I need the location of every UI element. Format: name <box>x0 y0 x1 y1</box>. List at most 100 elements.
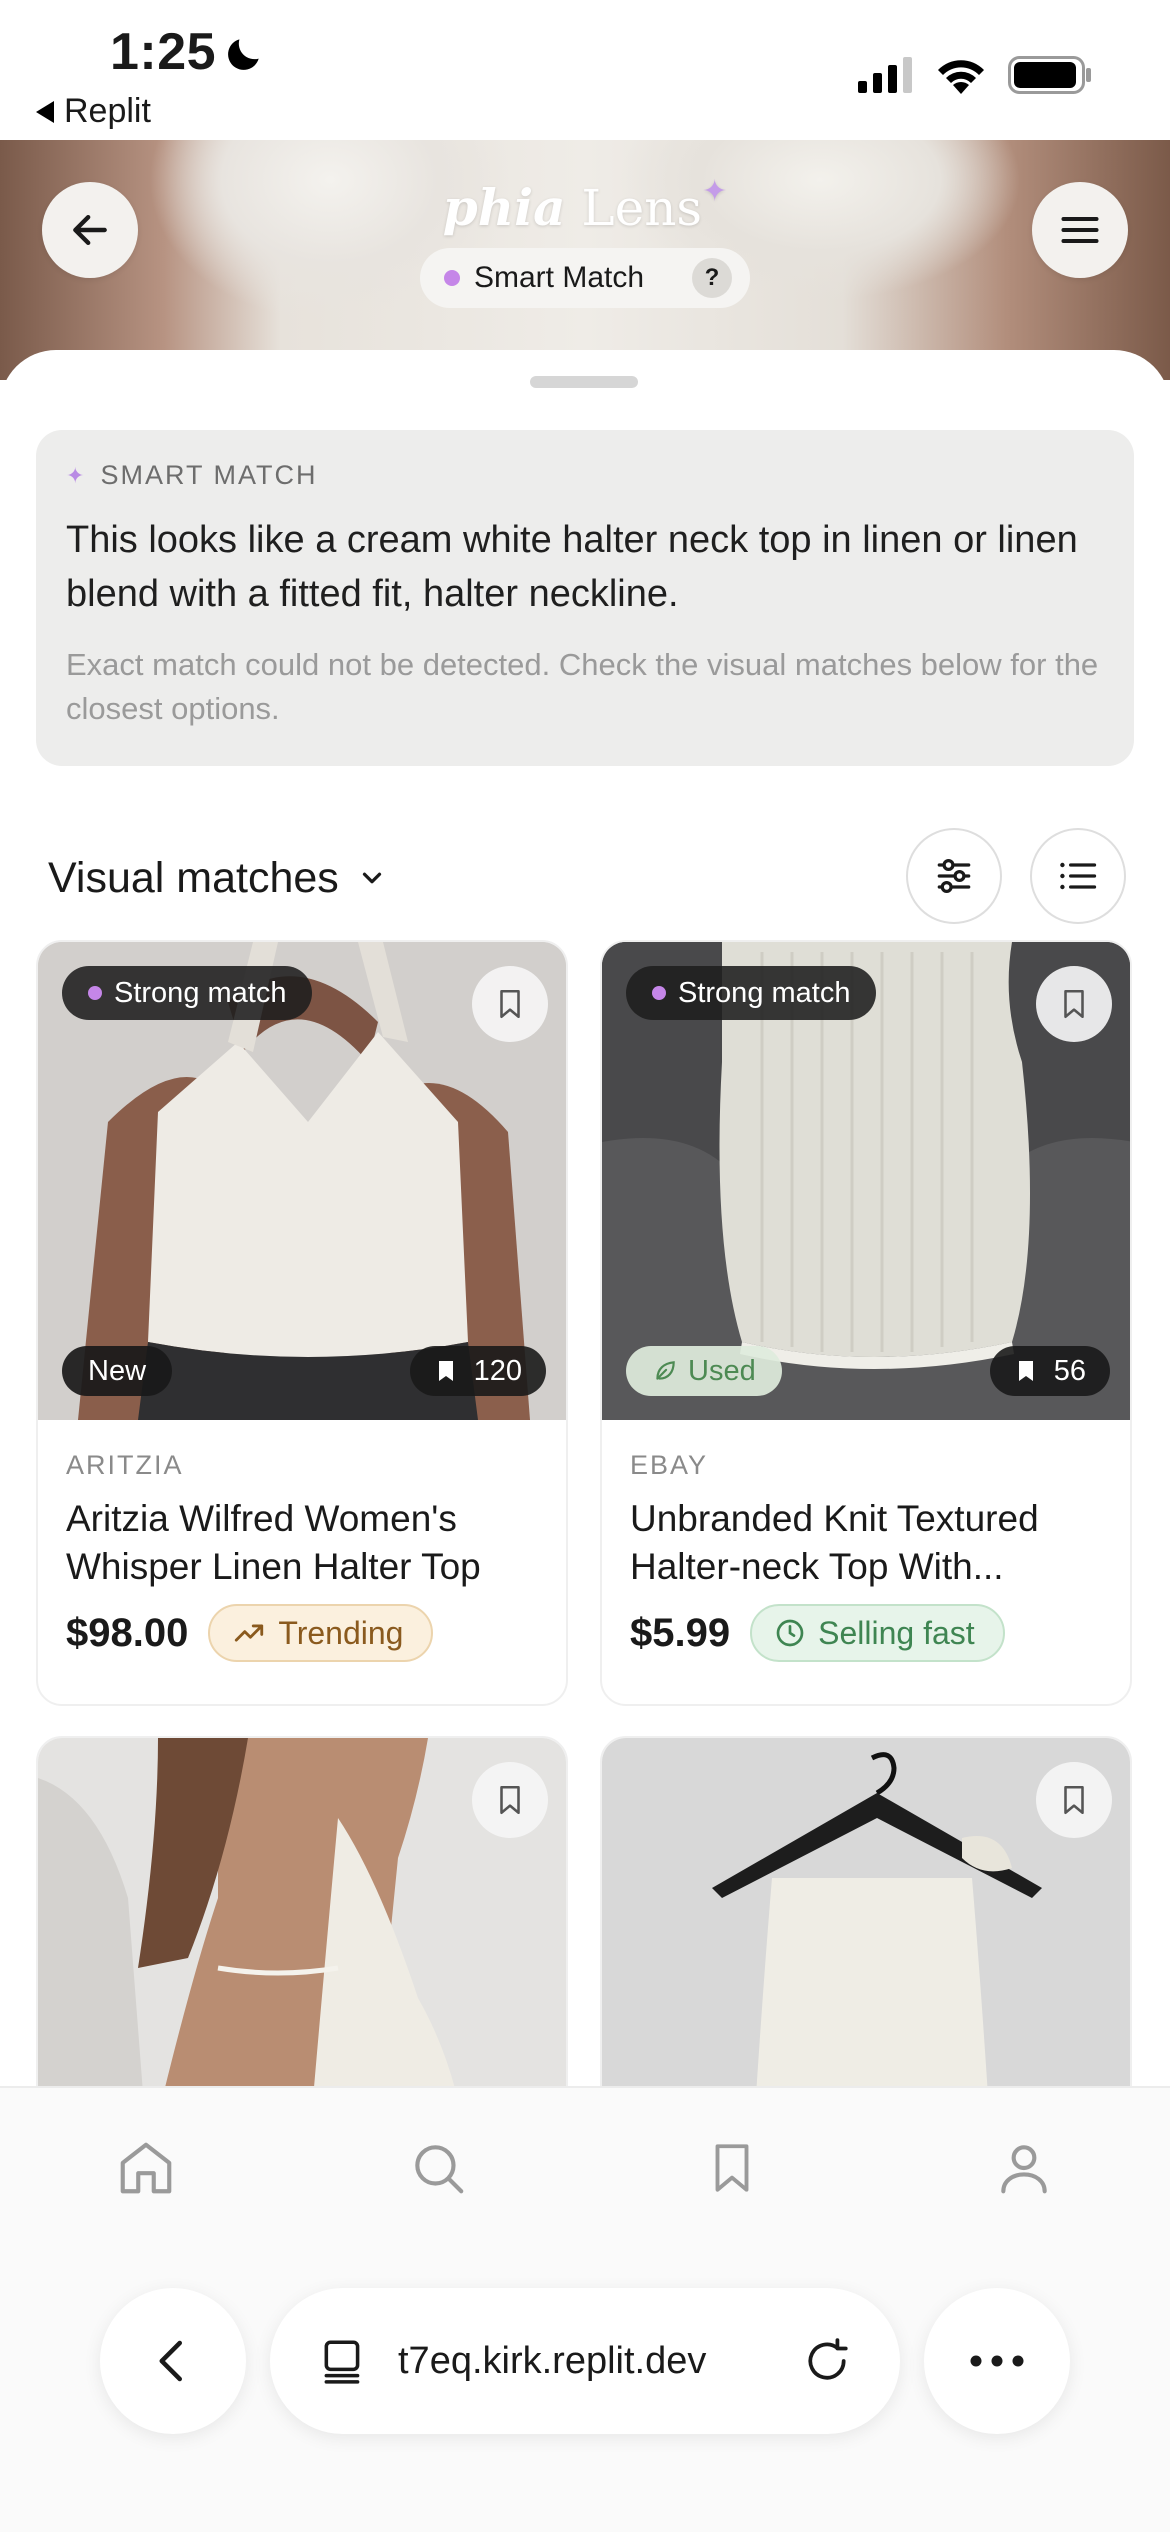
match-strength-badge: Strong match <box>626 966 877 1020</box>
list-icon <box>1060 862 1097 890</box>
match-strength-badge: Strong match <box>62 966 313 1020</box>
url-text: t7eq.kirk.replit.dev <box>398 2339 707 2382</box>
bookmark-filled-icon <box>1018 1361 1033 1381</box>
tabs-icon <box>324 2340 360 2384</box>
product-brand: EBAY <box>630 1450 709 1480</box>
browser-back-button[interactable] <box>100 2288 246 2434</box>
saves-count: 56 <box>1053 1354 1086 1387</box>
bookmark-filled-icon <box>438 1361 453 1381</box>
logo-phia: phia <box>442 178 566 237</box>
search-icon <box>415 2145 464 2194</box>
product-image <box>602 1738 1130 2090</box>
more-horizontal-icon <box>970 2355 1024 2367</box>
visual-matches-header: Visual matches <box>48 828 1128 928</box>
chevron-down-icon <box>362 872 381 884</box>
product-price: $5.99 <box>630 1610 731 1655</box>
smart-match-mode-label: Smart Match <box>474 261 645 294</box>
price-row: $98.00 Trending <box>66 1603 538 1663</box>
status-bar: 1:25 Replit <box>0 0 1170 140</box>
bookmark-button[interactable] <box>1036 966 1112 1042</box>
nav-profile[interactable] <box>990 2134 1058 2202</box>
status-dot-icon <box>444 270 460 286</box>
bookmark-icon <box>500 989 520 1019</box>
status-icons <box>858 56 1092 94</box>
selling-fast-label: Selling fast <box>818 1614 975 1651</box>
trending-label: Trending <box>278 1614 404 1651</box>
trending-badge: Trending <box>208 1604 434 1662</box>
cellular-signal-icon <box>858 57 912 93</box>
condition-label: New <box>88 1354 147 1387</box>
product-title[interactable]: Aritzia Wilfred Women's Whisper Linen Ha… <box>66 1495 538 1591</box>
sheet-grabber[interactable] <box>530 376 638 388</box>
saves-count-badge: 120 <box>409 1346 546 1396</box>
product-price: $98.00 <box>66 1610 189 1655</box>
status-dot-icon <box>652 986 666 1000</box>
battery-icon <box>1008 56 1091 94</box>
results-sheet: ✦ SMART MATCH This looks like a cream wh… <box>0 350 1170 2090</box>
product-title[interactable]: Unbranded Knit Textured Halter-neck Top … <box>630 1495 1102 1591</box>
status-time: 1:25 <box>110 23 217 81</box>
bottom-navigation: t7eq.kirk.replit.dev <box>0 2086 1170 2532</box>
nav-home[interactable] <box>112 2134 180 2202</box>
visual-matches-dropdown[interactable]: Visual matches <box>48 854 387 903</box>
list-view-button[interactable] <box>1030 828 1126 924</box>
back-app-label: Replit <box>64 92 151 130</box>
condition-badge: New <box>62 1346 173 1396</box>
sparkle-icon: ✦ <box>702 174 728 209</box>
product-card[interactable]: Strong match Used 56 EBAY Unbranded Knit… <box>600 940 1132 1706</box>
user-icon <box>1001 2145 1047 2194</box>
logo-lens: Lens <box>581 179 703 237</box>
match-strength-label: Strong match <box>678 976 851 1009</box>
leaf-icon <box>656 1361 675 1380</box>
smart-match-mode-pill[interactable]: Smart Match ? <box>420 248 750 308</box>
home-icon <box>120 2142 172 2194</box>
product-brand: ARITZIA <box>66 1450 184 1480</box>
price-row: $5.99 Selling fast <box>630 1603 1102 1663</box>
nav-saved[interactable] <box>698 2134 766 2202</box>
clock-icon <box>776 1619 804 1647</box>
smart-match-note: Exact match could not be detected. Check… <box>66 647 1099 726</box>
browser-toolbar: t7eq.kirk.replit.dev <box>0 2288 1170 2438</box>
product-image <box>38 1738 566 2090</box>
nav-search[interactable] <box>404 2134 472 2202</box>
sliders-icon <box>937 858 971 894</box>
condition-badge: Used <box>626 1346 782 1396</box>
product-card[interactable] <box>36 1736 568 2090</box>
bookmark-button[interactable] <box>1036 1762 1112 1838</box>
menu-button[interactable] <box>1032 182 1128 278</box>
condition-label: Used <box>688 1354 756 1387</box>
bookmark-button[interactable] <box>472 966 548 1042</box>
trending-up-icon <box>235 1624 264 1642</box>
address-bar[interactable]: t7eq.kirk.replit.dev <box>270 2288 900 2434</box>
status-dot-icon <box>88 986 102 1000</box>
back-triangle-icon <box>36 100 54 123</box>
back-to-app-link[interactable]: Replit <box>36 92 151 131</box>
sparkle-icon: ✦ <box>66 462 87 488</box>
smart-match-card: ✦ SMART MATCH This looks like a cream wh… <box>36 430 1134 766</box>
product-card[interactable] <box>600 1736 1132 2090</box>
bookmark-icon <box>1064 1785 1084 1815</box>
product-image: Strong match New 120 <box>38 942 566 1420</box>
visual-matches-title: Visual matches <box>48 853 339 902</box>
filter-button[interactable] <box>906 828 1002 924</box>
bookmark-icon <box>715 2144 749 2192</box>
moon-icon <box>228 39 259 70</box>
saves-count-badge: 56 <box>989 1346 1110 1396</box>
product-meta: EBAY Unbranded Knit Textured Halter-neck… <box>602 1420 1130 1663</box>
saves-count: 120 <box>473 1354 522 1387</box>
smart-match-description: This looks like a cream white halter nec… <box>66 519 1078 615</box>
selling-fast-badge: Selling fast <box>750 1604 1005 1662</box>
app-logo: phia Lens✦ <box>0 174 1170 237</box>
product-card[interactable]: Strong match New 120 ARITZIA Aritzia Wil… <box>36 940 568 1706</box>
hero-image: phia Lens✦ Smart Match ? <box>0 140 1170 380</box>
bookmark-icon <box>500 1785 520 1815</box>
smart-match-label-text: SMART MATCH <box>100 460 318 490</box>
help-button[interactable]: ? <box>692 258 732 298</box>
product-image: Strong match Used 56 <box>602 942 1130 1420</box>
bookmark-button[interactable] <box>472 1762 548 1838</box>
bookmark-icon <box>1064 989 1084 1019</box>
reload-icon[interactable] <box>802 2336 852 2386</box>
browser-more-button[interactable] <box>924 2288 1070 2434</box>
hamburger-menu-icon <box>1061 216 1099 244</box>
product-meta: ARITZIA Aritzia Wilfred Women's Whisper … <box>38 1420 566 1663</box>
